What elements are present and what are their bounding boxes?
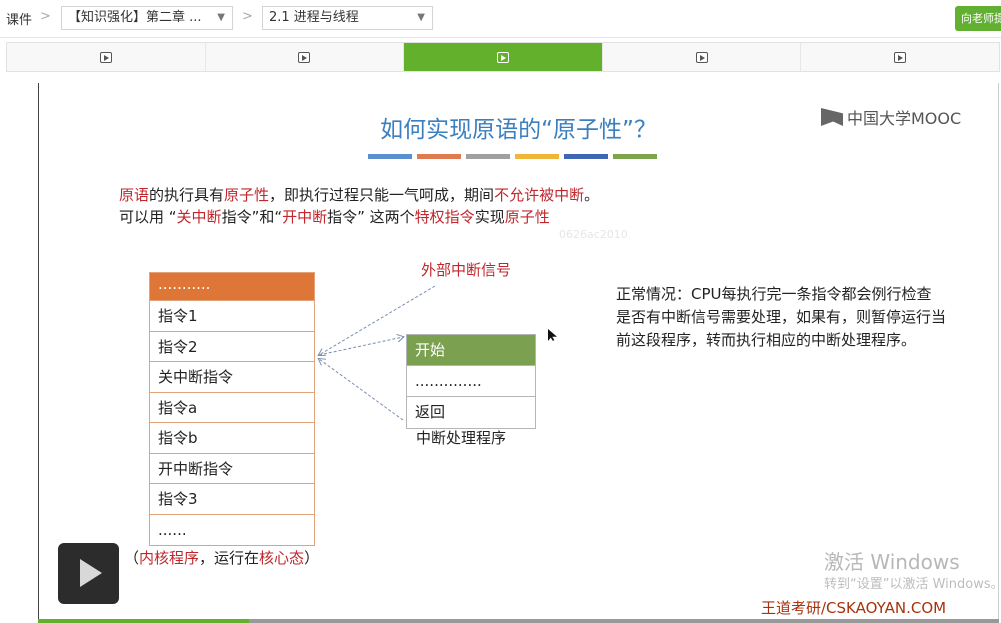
chapter-select-value: 【知识强化】第二章 ... [68,10,202,25]
chevron-down-icon: ▼ [217,12,225,23]
unit-tab-4[interactable] [603,43,802,71]
video-unit-icon [496,51,509,63]
unit-tab-1[interactable] [7,43,206,71]
unit-tab-5[interactable] [801,43,999,71]
highlighted-term: 内核程序 [139,549,200,567]
breadcrumb-separator: > [40,9,51,24]
chevron-down-icon: ▼ [417,12,425,23]
instruction-row: ...... [158,520,187,539]
normal-case-text: 正常情况：CPU每执行完一条指令都会例行检查是否有中断信号需要处理，如果有，则暂… [616,285,947,349]
instruction-row: ........... [150,273,314,301]
instruction-row: 指令a [150,393,314,423]
kernel-note: （内核程序，运行在核心态） [124,547,319,568]
handler-row: 开始 [407,335,535,366]
instruction-row: 指令2 [150,332,314,362]
interrupt-handler-caption: 中断处理程序 [416,429,507,447]
course-nav-bar: 课件 > 【知识强化】第二章 ... ▼ > 2.1 进程与线程 ▼ 向老师提问 [0,0,1001,38]
windows-activation-hint: 转到“设置”以激活 Windows。 [824,577,1001,592]
unit-tab-3[interactable] [404,43,603,71]
video-unit-icon [695,51,708,63]
instruction-list: ........... 指令1 指令2 关中断指令 指令a 指令b 开中断指令 指令3....… [149,272,315,546]
unit-tab-2[interactable] [206,43,405,71]
highlighted-term: 核心态 [259,549,305,567]
interrupt-handler-box: 开始.............. 返回 [406,334,536,429]
breadcrumb-courseware[interactable]: 课件 [6,9,32,28]
video-unit-icon [894,51,907,63]
chapter-select[interactable]: 【知识强化】第二章 ... ▼ [61,6,233,30]
section-select-value: 2.1 进程与线程 [269,10,359,25]
video-progress-fill [38,619,250,623]
instruction-row: 开中断指令 [150,454,314,484]
breadcrumb-separator: > [242,9,253,24]
jump-arrow [318,337,403,356]
slide-watermark: 王道考研/CSKAOYAN.COM [761,599,947,617]
video-unit-icon [298,51,311,63]
windows-activation-title: 激活 Windows [824,550,960,574]
instruction-row: 指令1 [150,301,314,332]
video-progress-bar[interactable] [38,619,999,623]
play-icon[interactable] [58,543,119,604]
text-run: （ [124,549,140,567]
handler-row: .............. [407,366,535,397]
video-player[interactable]: 如何实现原语的“原子性”？ 中国大学MOOC 原语的执行具有原子性，即执行过程只… [38,83,1001,623]
return-arrow [319,359,404,421]
video-unit-icon [99,51,112,63]
instruction-row: 关中断指令 [150,362,314,393]
ask-teacher-button[interactable]: 向老师提问 [955,6,1001,31]
text-run: ，运行在 [199,549,260,567]
unit-tabs [6,42,1000,72]
section-select[interactable]: 2.1 进程与线程 ▼ [262,6,433,30]
instruction-row: 指令3 [150,484,314,515]
text-run: ） [304,549,320,567]
handler-row: 返回 [415,403,446,421]
instruction-row: 指令b [150,423,314,454]
